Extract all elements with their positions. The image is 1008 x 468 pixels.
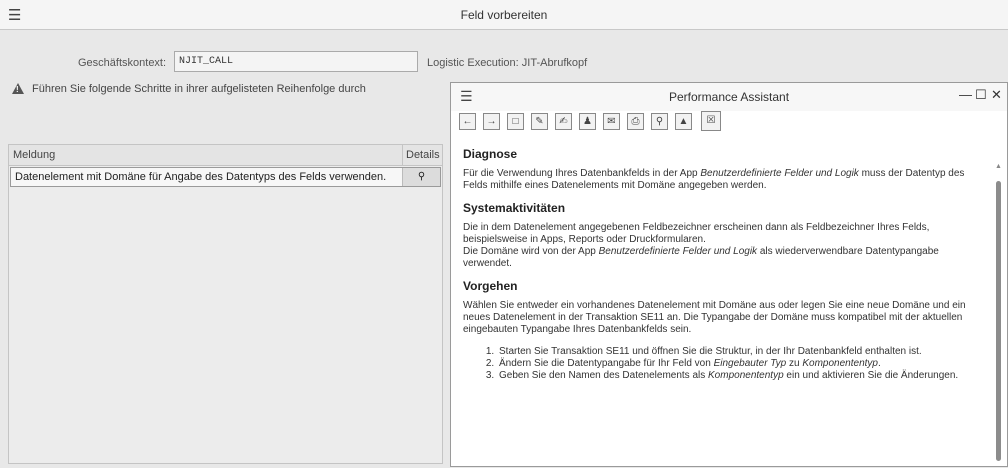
system-text-1: Die in dem Datenelement angegebenen Feld… <box>463 222 930 245</box>
list-item: Starten Sie Transaktion SE11 und öffnen … <box>497 346 979 358</box>
maximize-icon[interactable]: ☐ <box>975 87 987 103</box>
scroll-up-icon[interactable]: ▲ <box>995 163 1002 170</box>
steps-list: Starten Sie Transaktion SE11 und öffnen … <box>497 346 979 382</box>
vorgehen-text: Wählen Sie entweder ein vorhandenes Date… <box>463 300 966 335</box>
edit-icon[interactable]: ✍ <box>555 113 572 130</box>
vorgehen-heading: Vorgehen <box>463 279 518 293</box>
table-header: Meldung Details <box>9 145 442 166</box>
column-header-message[interactable]: Meldung <box>9 145 402 165</box>
list-item: Geben Sie den Namen des Datenelements al… <box>497 370 979 382</box>
minimize-icon[interactable]: — <box>959 87 972 102</box>
user-icon[interactable]: ♟ <box>579 113 596 130</box>
system-text-2: Die Domäne wird von der App Benutzerdefi… <box>463 246 939 269</box>
app-titlebar: ☰ Feld vorbereiten <box>0 0 1008 30</box>
scrollbar[interactable]: ▲ ▼ <box>992 163 1006 468</box>
tools-icon[interactable]: ✎ <box>531 113 548 130</box>
warning-message: Führen Sie folgende Schritte in ihrer au… <box>12 81 366 95</box>
warning-icon <box>12 83 24 94</box>
column-header-details[interactable]: Details <box>402 145 442 165</box>
document-icon[interactable]: □ <box>507 113 524 130</box>
message-text: Datenelement mit Domäne für Angabe des D… <box>15 171 387 183</box>
context-field[interactable]: NJIT_CALL <box>174 51 418 72</box>
person-icon[interactable]: ▲ <box>675 113 692 130</box>
system-heading: Systemaktivitäten <box>463 201 566 215</box>
context-label: Geschäftskontext: <box>78 57 167 69</box>
context-description: Logistic Execution: JIT-Abrufkopf <box>427 57 588 69</box>
window-title: Feld vorbereiten <box>460 8 548 22</box>
scroll-thumb[interactable] <box>996 181 1001 461</box>
assistant-title: Performance Assistant <box>668 90 790 104</box>
main-area: Geschäftskontext: NJIT_CALL Logistic Exe… <box>0 31 1008 468</box>
search-icon[interactable]: ⚲ <box>651 113 668 130</box>
magnifier-icon: ⚲ <box>417 171 426 182</box>
message-table: Meldung Details Datenelement mit Domäne … <box>8 144 443 464</box>
performance-assistant-window: ☰ Performance Assistant — ☐ ✕ ← → □ ✎ ✍ … <box>450 82 1008 467</box>
warning-text: Führen Sie folgende Schritte in ihrer au… <box>32 83 366 95</box>
close-icon[interactable]: ✕ <box>991 87 1002 103</box>
back-icon[interactable]: ← <box>459 113 476 130</box>
close-box-icon[interactable]: ☒ <box>701 111 721 131</box>
forward-icon[interactable]: → <box>483 113 500 130</box>
diagnose-text: Für die Verwendung Ihres Datenbankfelds … <box>463 168 965 191</box>
message-icon[interactable]: ✉ <box>603 113 620 130</box>
details-button[interactable]: ⚲ <box>402 168 440 186</box>
assistant-content: Diagnose Für die Verwendung Ihres Datenb… <box>451 139 991 467</box>
table-row[interactable]: Datenelement mit Domäne für Angabe des D… <box>10 167 441 187</box>
print-icon[interactable]: ⎙ <box>627 113 644 130</box>
diagnose-heading: Diagnose <box>463 147 518 161</box>
list-item: Ändern Sie die Datentypangabe für Ihr Fe… <box>497 358 979 370</box>
assistant-toolbar: ← → □ ✎ ✍ ♟ ✉ ⎙ ⚲ ▲ ☒ <box>455 111 1003 135</box>
assistant-titlebar: ☰ Performance Assistant — ☐ ✕ <box>451 83 1007 111</box>
